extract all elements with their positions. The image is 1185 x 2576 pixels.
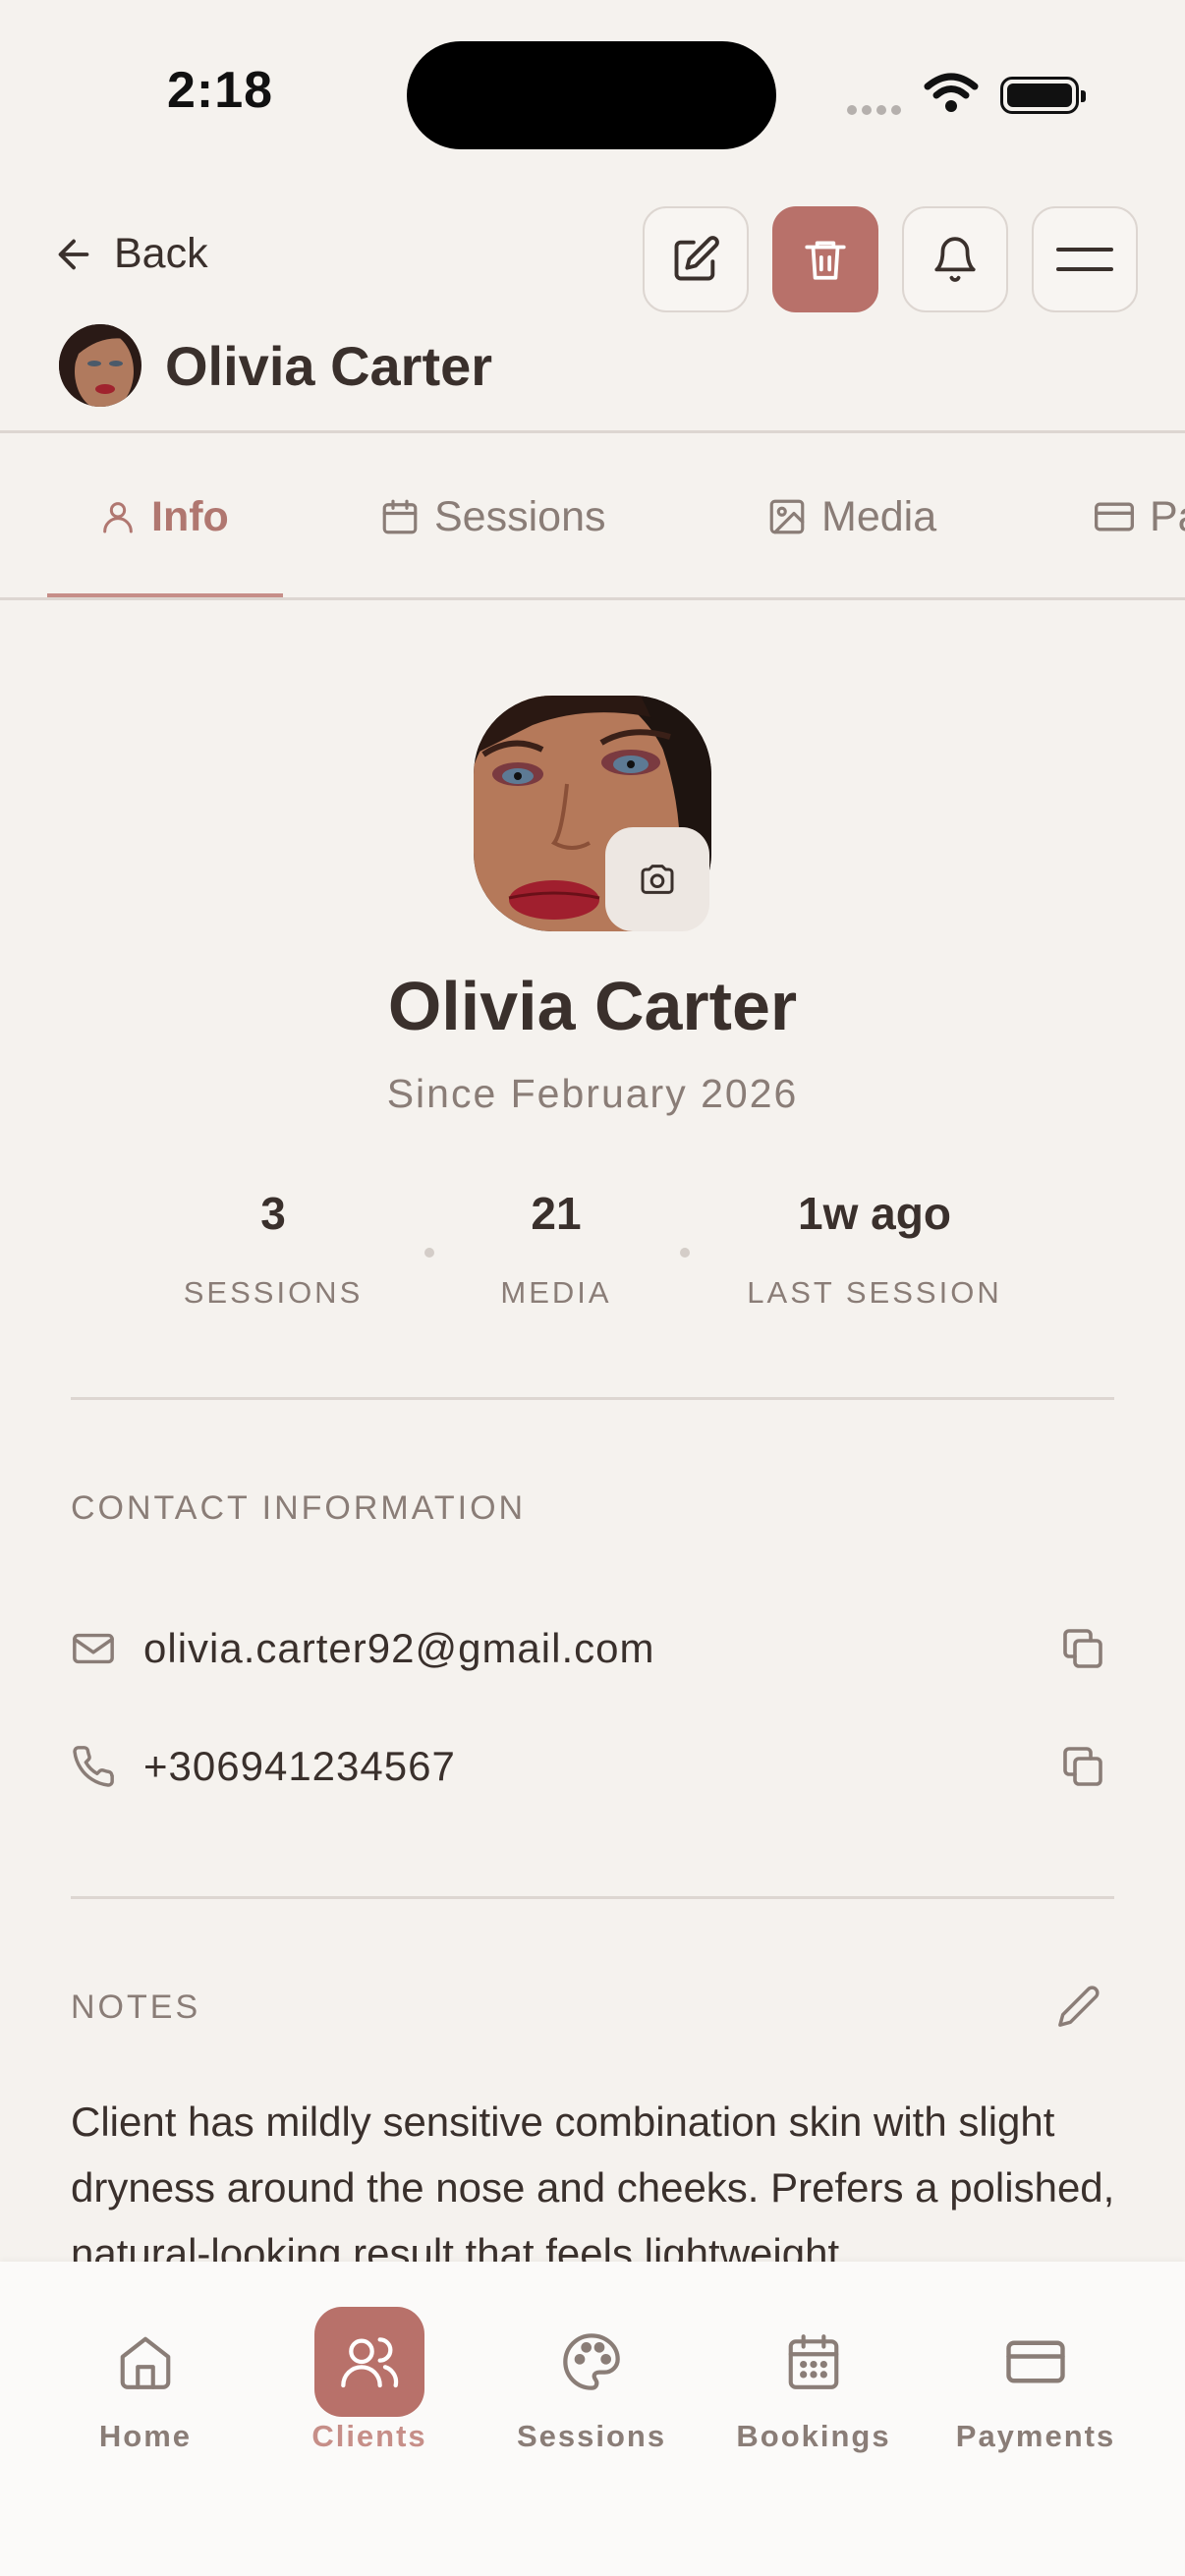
stat-media-value: 21 (531, 1188, 582, 1239)
back-label: Back (114, 230, 208, 277)
copy-icon (1063, 1629, 1102, 1668)
nav-sessions[interactable]: Sessions (493, 2307, 690, 2454)
nav-payments[interactable]: Payments (937, 2307, 1134, 2454)
trash-icon (805, 241, 846, 280)
calendar-icon (382, 499, 418, 534)
stat-last-session-label: LAST SESSION (747, 1275, 1002, 1310)
image-icon (769, 499, 805, 534)
user-icon (103, 502, 133, 533)
section-divider (71, 1397, 1114, 1400)
calendar-grid-icon (788, 2334, 839, 2389)
contact-section-title: CONTACT INFORMATION (71, 1489, 527, 1527)
home-icon (120, 2336, 171, 2389)
stat-last-session-value: 1w ago (798, 1188, 951, 1239)
nav-clients[interactable]: Clients (271, 2307, 468, 2454)
card-icon (1006, 2340, 1065, 2383)
battery-icon (1000, 77, 1086, 114)
edit-notes-button[interactable] (1047, 1975, 1110, 2038)
header-divider (0, 430, 1185, 433)
tab-media[interactable]: Media (766, 434, 936, 599)
tab-media-label: Media (821, 492, 937, 540)
tab-sessions[interactable]: Sessions (379, 434, 605, 599)
edit-client-button[interactable] (643, 206, 749, 312)
profile-name: Olivia Carter (387, 968, 798, 1044)
camera-icon (641, 865, 674, 894)
stat-media-label: MEDIA (500, 1275, 612, 1310)
nav-home-label: Home (98, 2419, 193, 2453)
mail-icon (73, 1633, 114, 1664)
tabs-divider (0, 597, 1185, 600)
bell-icon (934, 237, 976, 282)
menu-button[interactable] (1032, 206, 1138, 312)
nav-sessions-label: Sessions (516, 2419, 667, 2453)
phone-value[interactable]: +306941234567 (143, 1743, 1051, 1790)
pencil-icon (1058, 1986, 1100, 2027)
bottom-navigation: Home Clients Sessions Bookings Payments (0, 2262, 1185, 2576)
client-avatar-small (59, 324, 141, 407)
stat-separator (424, 1248, 434, 1258)
header-client-name: Olivia Carter (165, 335, 493, 397)
back-button[interactable]: Back (51, 230, 208, 278)
tab-bar: Info Sessions Media Pa (0, 434, 1185, 599)
email-row: olivia.carter92@gmail.com (71, 1609, 1114, 1688)
status-time: 2:18 (167, 62, 274, 119)
nav-home[interactable]: Home (47, 2307, 244, 2454)
change-photo-button[interactable] (605, 827, 709, 931)
phone-icon (73, 1746, 114, 1787)
notifications-button[interactable] (902, 206, 1008, 312)
users-icon (341, 2337, 399, 2388)
copy-icon (1063, 1747, 1102, 1786)
nav-bookings-label: Bookings (736, 2419, 891, 2453)
dynamic-island (407, 41, 776, 149)
delete-client-button[interactable] (772, 206, 878, 312)
arrow-left-icon (58, 239, 89, 269)
stat-sessions-value: 3 (260, 1188, 286, 1239)
cellular-signal-icon (847, 102, 906, 120)
wifi-icon (924, 73, 979, 119)
phone-row: +306941234567 (71, 1727, 1114, 1806)
copy-phone-button[interactable] (1051, 1735, 1114, 1798)
tab-payments-label: Pa (1150, 492, 1185, 540)
nav-bookings[interactable]: Bookings (715, 2307, 912, 2454)
copy-email-button[interactable] (1051, 1617, 1114, 1680)
palette-icon (563, 2333, 620, 2390)
nav-clients-label: Clients (311, 2419, 427, 2453)
tab-info-label: Info (151, 492, 229, 540)
email-value[interactable]: olivia.carter92@gmail.com (143, 1625, 1051, 1672)
stat-sessions-label: SESSIONS (183, 1275, 364, 1310)
card-icon (1095, 502, 1134, 532)
nav-payments-label: Payments (955, 2419, 1116, 2453)
client-since: Since February 2026 (386, 1071, 799, 1116)
notes-text: Client has mildly sensitive combination … (71, 2099, 1115, 2276)
tab-sessions-label: Sessions (434, 492, 606, 540)
tab-payments[interactable]: Pa (1093, 434, 1185, 599)
menu-icon (1056, 248, 1113, 271)
notes-section-title: NOTES (71, 1988, 201, 2026)
section-divider (71, 1896, 1114, 1899)
tab-info[interactable]: Info (98, 434, 229, 599)
stat-separator (680, 1248, 690, 1258)
edit-icon (674, 236, 719, 281)
